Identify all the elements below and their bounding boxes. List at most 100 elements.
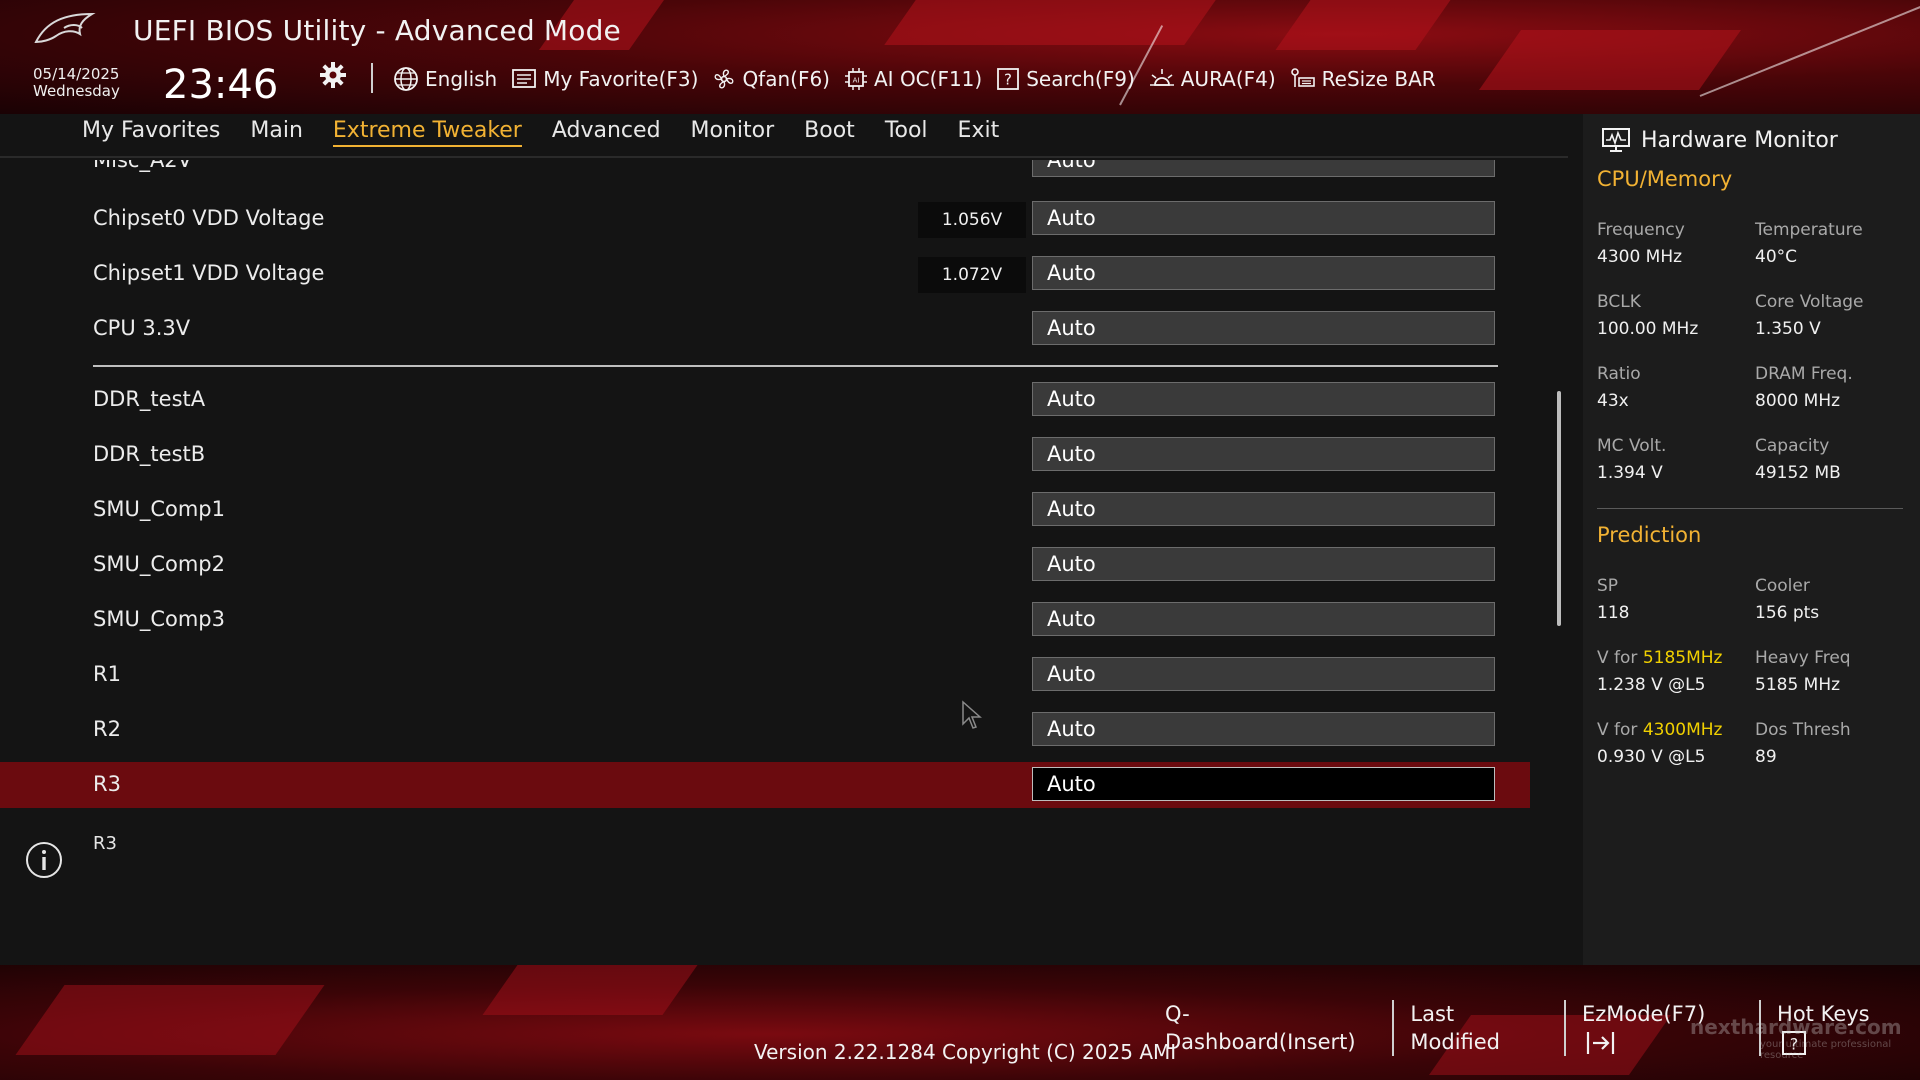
aura-icon	[1149, 69, 1174, 86]
q-dashboard-button[interactable]: Q-Dashboard(Insert)	[1165, 1000, 1395, 1056]
site-watermark: nexthardware.com your ultimate professio…	[1690, 1015, 1920, 1061]
setting-value-field[interactable]: Auto	[1032, 201, 1495, 235]
frequency-value: 4300 MHz	[1597, 247, 1683, 267]
setting-value-field[interactable]: Auto	[1032, 547, 1495, 581]
setting-row-misc-a2v[interactable]: Misc_A2V Auto	[0, 160, 1530, 184]
setting-label: SMU_Comp1	[93, 497, 225, 521]
setting-value-field[interactable]: Auto	[1032, 602, 1495, 636]
setting-row-ddr-testb[interactable]: DDR_testB Auto	[0, 432, 1530, 478]
setting-value-field[interactable]: Auto	[1032, 256, 1495, 290]
mc-volt-label: MC Volt.	[1597, 436, 1667, 456]
setting-label: Chipset1 VDD Voltage	[93, 261, 325, 285]
setting-value-field[interactable]: Auto	[1032, 382, 1495, 416]
v-for-frequency: 4300MHz	[1642, 720, 1723, 740]
setting-row-r3[interactable]: R3 Auto	[0, 762, 1530, 808]
ezmode-label: EzMode(F7)	[1581, 1002, 1706, 1026]
header-decor	[1275, 0, 1465, 50]
capacity-label: Capacity	[1755, 436, 1830, 456]
search-label: Search(F9)	[1026, 67, 1135, 91]
dram-freq-label: DRAM Freq.	[1755, 364, 1853, 384]
setting-label: SMU_Comp2	[93, 552, 225, 576]
prediction-section-title: Prediction	[1597, 523, 1702, 547]
my-favorite-label: My Favorite(F3)	[543, 67, 699, 91]
search-button[interactable]: ? Search(F9)	[996, 67, 1135, 91]
setting-value-field[interactable]: Auto	[1032, 712, 1495, 746]
version-text: Version 2.22.1284 Copyright (C) 2025 AMI	[754, 1040, 1177, 1064]
setting-label: SMU_Comp3	[93, 607, 225, 631]
setting-row-cpu-3v3[interactable]: CPU 3.3V Auto	[0, 306, 1530, 352]
v-for-freq-label: V for 4300MHz	[1597, 720, 1722, 740]
window-title: UEFI BIOS Utility - Advanced Mode	[133, 14, 621, 47]
v-for-freq-value: 1.238 V @L5	[1597, 675, 1706, 695]
tab-boot[interactable]: Boot	[804, 118, 855, 147]
ai-oc-button[interactable]: AI AI OC(F11)	[844, 67, 982, 91]
ai-oc-icon: AI	[845, 68, 867, 90]
qfan-button[interactable]: Qfan(F6)	[712, 67, 830, 91]
sp-label: SP	[1597, 576, 1619, 596]
setting-value-field[interactable]: Auto	[1032, 311, 1495, 345]
v-for-frequency: 5185MHz	[1642, 648, 1723, 668]
language-label: English	[425, 67, 498, 91]
dram-freq-value: 8000 MHz	[1755, 391, 1841, 411]
voltage-reading: 1.072V	[918, 257, 1026, 293]
hardware-monitor-header: Hardware Monitor	[1601, 120, 1838, 160]
aura-button[interactable]: AURA(F4)	[1149, 67, 1276, 91]
setting-row-chipset0-vdd[interactable]: Chipset0 VDD Voltage 1.056V Auto	[0, 196, 1530, 242]
section-divider	[93, 365, 1498, 367]
hardware-monitor-divider	[1597, 508, 1903, 509]
settings-gear-icon[interactable]	[318, 60, 348, 90]
bclk-label: BCLK	[1597, 292, 1641, 312]
frequency-label: Frequency	[1597, 220, 1685, 240]
toolbar: English My Favorite(F3) Qfan(F6) AI AI O…	[393, 62, 1450, 96]
setting-row-r1[interactable]: R1 Auto	[0, 652, 1530, 698]
setting-row-smu-comp2[interactable]: SMU_Comp2 Auto	[0, 542, 1530, 588]
tab-my-favorites[interactable]: My Favorites	[82, 118, 220, 147]
setting-label: Chipset0 VDD Voltage	[93, 206, 325, 230]
last-modified-button[interactable]: Last Modified	[1394, 1000, 1566, 1056]
setting-value-field[interactable]: Auto	[1032, 437, 1495, 471]
resize-bar-button[interactable]: ReSize BAR	[1290, 67, 1436, 91]
tab-monitor[interactable]: Monitor	[691, 118, 775, 147]
setting-row-chipset1-vdd[interactable]: Chipset1 VDD Voltage 1.072V Auto	[0, 251, 1530, 297]
sp-value: 118	[1597, 603, 1630, 623]
settings-panel: Misc_A2V Auto Chipset0 VDD Voltage 1.056…	[0, 160, 1568, 815]
my-favorite-button[interactable]: My Favorite(F3)	[511, 67, 698, 91]
help-info-panel: R3	[0, 823, 1568, 965]
fan-icon	[714, 69, 734, 89]
ratio-label: Ratio	[1597, 364, 1641, 384]
footer-decor	[482, 965, 698, 1015]
tab-advanced[interactable]: Advanced	[552, 118, 661, 147]
setting-value-field[interactable]: Auto	[1032, 767, 1495, 801]
tab-tool[interactable]: Tool	[885, 118, 928, 147]
setting-value-field[interactable]: Auto	[1032, 160, 1495, 177]
help-text: R3	[93, 833, 117, 854]
exit-to-ezmode-icon	[1586, 1032, 1615, 1054]
setting-row-r2[interactable]: R2 Auto	[0, 707, 1530, 753]
setting-row-ddr-testa[interactable]: DDR_testA Auto	[0, 377, 1530, 423]
watermark-tagline: your ultimate professional resource	[1760, 1039, 1892, 1061]
tab-exit[interactable]: Exit	[958, 118, 1000, 147]
ai-oc-label: AI OC(F11)	[874, 67, 983, 91]
voltage-reading: 1.056V	[918, 202, 1026, 238]
date-text: 05/14/2025	[33, 65, 120, 83]
settings-scrollbar[interactable]	[1557, 391, 1561, 626]
setting-row-smu-comp3[interactable]: SMU_Comp3 Auto	[0, 597, 1530, 643]
language-button[interactable]: English	[393, 66, 497, 92]
setting-row-smu-comp1[interactable]: SMU_Comp1 Auto	[0, 487, 1530, 533]
tab-main[interactable]: Main	[250, 118, 303, 147]
v-for-freq-label: V for 5185MHz	[1597, 648, 1722, 668]
v-for-prefix: V for	[1597, 648, 1643, 668]
temperature-label: Temperature	[1755, 220, 1863, 240]
header-decor	[1478, 30, 1742, 90]
tab-extreme-tweaker[interactable]: Extreme Tweaker	[332, 118, 522, 147]
v-for-prefix: V for	[1597, 720, 1643, 740]
setting-value-field[interactable]: Auto	[1032, 492, 1495, 526]
temperature-value: 40°C	[1755, 247, 1798, 267]
clock-display[interactable]: 23:46	[163, 62, 278, 108]
core-voltage-label: Core Voltage	[1755, 292, 1864, 312]
setting-value-field[interactable]: Auto	[1032, 657, 1495, 691]
watermark-text: nexthardware.com	[1690, 1015, 1902, 1039]
cpu-memory-section-title: CPU/Memory	[1597, 167, 1733, 191]
date-display: 05/14/2025 Wednesday	[33, 66, 120, 100]
search-icon: ?	[997, 68, 1020, 90]
